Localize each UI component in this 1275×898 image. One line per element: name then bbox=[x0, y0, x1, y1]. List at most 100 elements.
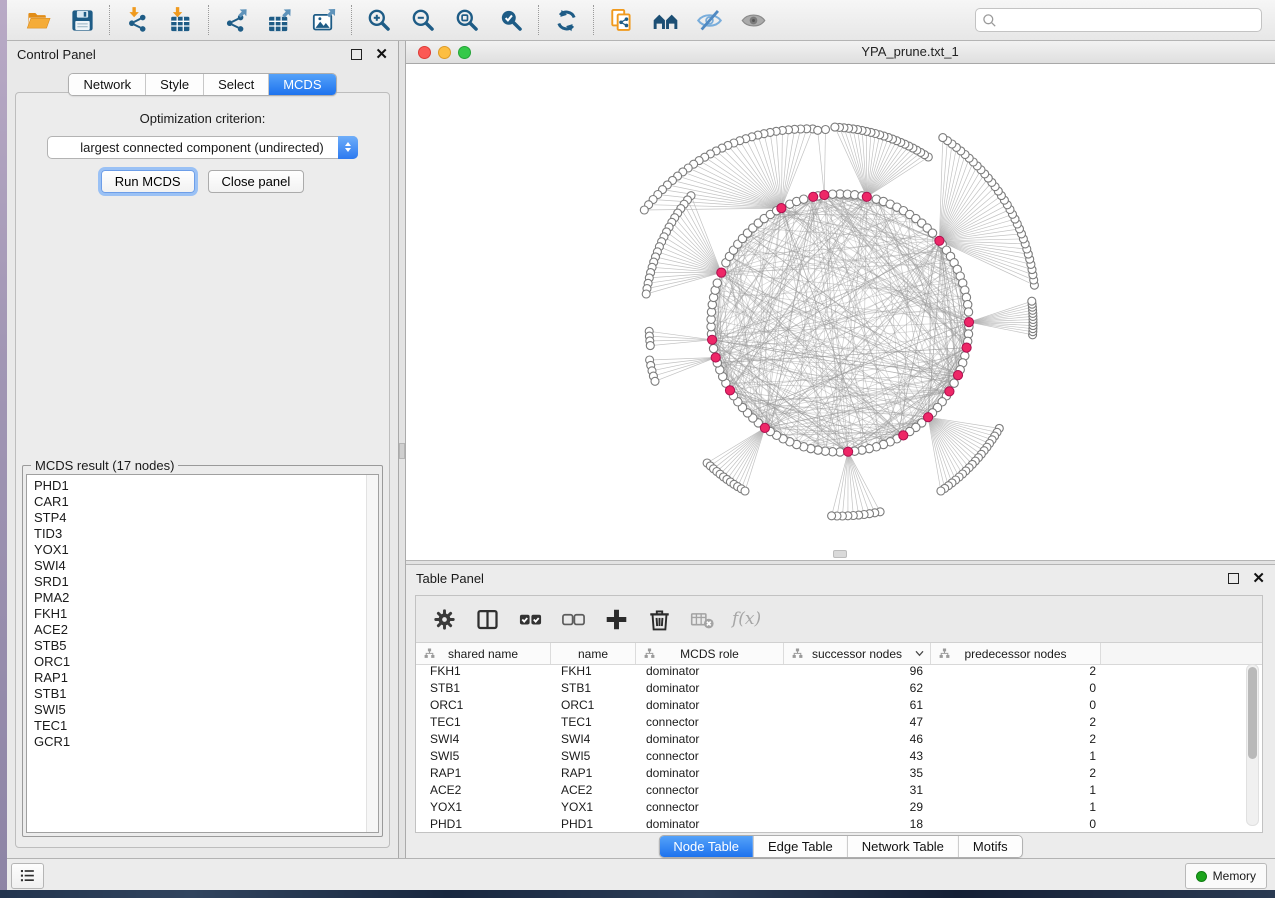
cell-predecessor_nodes: 1 bbox=[931, 799, 1101, 816]
mcds-result-item[interactable]: TID3 bbox=[34, 526, 378, 542]
table-row[interactable]: YOX1YOX1connector291 bbox=[416, 799, 1262, 816]
columns-icon[interactable] bbox=[472, 604, 502, 634]
network-window-titlebar[interactable]: YPA_prune.txt_1 bbox=[406, 41, 1275, 64]
add-row-icon[interactable] bbox=[601, 604, 631, 634]
table-row[interactable]: TEC1TEC1connector472 bbox=[416, 714, 1262, 731]
search-icon bbox=[982, 13, 997, 28]
delete-row-icon[interactable] bbox=[644, 604, 674, 634]
traffic-light-minimize[interactable] bbox=[438, 46, 451, 59]
tab-network[interactable]: Network bbox=[69, 74, 145, 95]
float-panel-icon[interactable] bbox=[351, 49, 362, 60]
table-row[interactable]: ORC1ORC1dominator610 bbox=[416, 697, 1262, 714]
mcds-result-list[interactable]: PHD1CAR1STP4TID3YOX1SWI4SRD1PMA2FKH1ACE2… bbox=[26, 474, 379, 833]
traffic-light-close[interactable] bbox=[418, 46, 431, 59]
mcds-result-item[interactable]: STB5 bbox=[34, 638, 378, 654]
table-row[interactable]: STB1STB1dominator620 bbox=[416, 680, 1262, 697]
column-header-predecessor-nodes[interactable]: predecessor nodes bbox=[931, 643, 1101, 664]
mcds-result-item[interactable]: SWI5 bbox=[34, 702, 378, 718]
function-builder-icon: f(x) bbox=[730, 609, 763, 629]
control-panel-titlebar: Control Panel ✕ bbox=[7, 41, 398, 67]
import-network-icon[interactable] bbox=[121, 4, 153, 36]
column-header-successor-nodes[interactable]: successor nodes bbox=[784, 643, 931, 664]
settings-icon[interactable] bbox=[429, 604, 459, 634]
run-mcds-button[interactable]: Run MCDS bbox=[101, 170, 195, 193]
tab-mcds[interactable]: MCDS bbox=[268, 74, 335, 95]
network-canvas[interactable] bbox=[406, 64, 1275, 561]
search-input[interactable] bbox=[975, 8, 1262, 32]
vertical-splitter-handle[interactable] bbox=[399, 443, 405, 459]
table-row[interactable]: RAP1RAP1dominator352 bbox=[416, 765, 1262, 782]
mcds-result-item[interactable]: STB1 bbox=[34, 686, 378, 702]
tab-edge-table[interactable]: Edge Table bbox=[753, 836, 847, 857]
table-row[interactable]: ACE2ACE2connector311 bbox=[416, 782, 1262, 799]
cell-predecessor_nodes: 0 bbox=[931, 680, 1101, 697]
table-scrollbar-thumb[interactable] bbox=[1248, 667, 1257, 759]
hide-selected-icon[interactable] bbox=[693, 4, 725, 36]
mcds-result-item[interactable]: SWI4 bbox=[34, 558, 378, 574]
tab-select[interactable]: Select bbox=[203, 74, 268, 95]
export-image-icon[interactable] bbox=[308, 4, 340, 36]
delete-table-icon[interactable] bbox=[687, 604, 717, 634]
hierarchy-icon bbox=[424, 648, 435, 659]
cell-successor_nodes: 18 bbox=[784, 816, 931, 832]
mcds-result-item[interactable]: GCR1 bbox=[34, 734, 378, 750]
mcds-result-item[interactable]: ORC1 bbox=[34, 654, 378, 670]
mcds-result-item[interactable]: SRD1 bbox=[34, 574, 378, 590]
export-table-icon[interactable] bbox=[264, 4, 296, 36]
table-panel-titlebar: Table Panel ✕ bbox=[406, 565, 1275, 591]
mcds-result-item[interactable]: ACE2 bbox=[34, 622, 378, 638]
mcds-result-item[interactable]: RAP1 bbox=[34, 670, 378, 686]
table-scrollbar[interactable] bbox=[1246, 664, 1259, 826]
deselect-all-icon[interactable] bbox=[558, 604, 588, 634]
import-table-icon[interactable] bbox=[165, 4, 197, 36]
first-neighbors-icon[interactable] bbox=[649, 4, 681, 36]
table-row[interactable]: FKH1FKH1dominator962 bbox=[416, 663, 1262, 680]
close-panel-button[interactable]: Close panel bbox=[208, 170, 305, 193]
mcds-result-item[interactable]: STP4 bbox=[34, 510, 378, 526]
hierarchy-icon bbox=[939, 648, 950, 659]
table-row[interactable]: PHD1PHD1dominator180 bbox=[416, 816, 1262, 832]
select-all-icon[interactable] bbox=[515, 604, 545, 634]
export-network-icon[interactable] bbox=[220, 4, 252, 36]
vertical-splitter[interactable] bbox=[399, 41, 406, 858]
refresh-icon[interactable] bbox=[550, 4, 582, 36]
traffic-light-maximize[interactable] bbox=[458, 46, 471, 59]
cell-predecessor_nodes: 1 bbox=[931, 748, 1101, 765]
zoom-selected-icon[interactable] bbox=[495, 4, 527, 36]
cell-shared_name: PHD1 bbox=[416, 816, 551, 832]
close-panel-icon[interactable]: ✕ bbox=[375, 50, 388, 59]
mcds-list-scrollbar[interactable] bbox=[366, 475, 378, 832]
tab-motifs[interactable]: Motifs bbox=[958, 836, 1022, 857]
show-all-icon[interactable] bbox=[737, 4, 769, 36]
mcds-result-item[interactable]: PMA2 bbox=[34, 590, 378, 606]
clone-network-icon[interactable] bbox=[605, 4, 637, 36]
table-row[interactable]: SWI4SWI4dominator462 bbox=[416, 731, 1262, 748]
memory-button[interactable]: Memory bbox=[1185, 863, 1267, 889]
cell-shared_name: YOX1 bbox=[416, 799, 551, 816]
zoom-in-icon[interactable] bbox=[363, 4, 395, 36]
cell-shared_name: ACE2 bbox=[416, 782, 551, 799]
table-panel-title: Table Panel bbox=[416, 571, 484, 586]
mcds-result-item[interactable]: CAR1 bbox=[34, 494, 378, 510]
mcds-result-item[interactable]: YOX1 bbox=[34, 542, 378, 558]
save-session-icon[interactable] bbox=[66, 4, 98, 36]
float-panel-icon[interactable] bbox=[1228, 573, 1239, 584]
tab-node-table[interactable]: Node Table bbox=[659, 836, 753, 857]
optimization-criterion-select[interactable]: largest connected component (undirected) bbox=[47, 136, 358, 159]
open-file-icon[interactable] bbox=[22, 4, 54, 36]
tab-network-table[interactable]: Network Table bbox=[847, 836, 958, 857]
canvas-splitter-handle[interactable] bbox=[833, 550, 847, 558]
column-header-MCDS-role[interactable]: MCDS role bbox=[636, 643, 784, 664]
close-panel-icon[interactable]: ✕ bbox=[1252, 574, 1265, 583]
task-history-button[interactable] bbox=[11, 863, 44, 889]
table-body: FKH1FKH1dominator962STB1STB1dominator620… bbox=[416, 663, 1262, 832]
mcds-result-item[interactable]: TEC1 bbox=[34, 718, 378, 734]
column-header-shared-name[interactable]: shared name bbox=[416, 643, 551, 664]
tab-style[interactable]: Style bbox=[145, 74, 203, 95]
zoom-fit-icon[interactable] bbox=[451, 4, 483, 36]
zoom-out-icon[interactable] bbox=[407, 4, 439, 36]
mcds-result-item[interactable]: FKH1 bbox=[34, 606, 378, 622]
mcds-result-item[interactable]: PHD1 bbox=[34, 478, 378, 494]
column-header-name[interactable]: name bbox=[551, 643, 636, 664]
table-row[interactable]: SWI5SWI5connector431 bbox=[416, 748, 1262, 765]
